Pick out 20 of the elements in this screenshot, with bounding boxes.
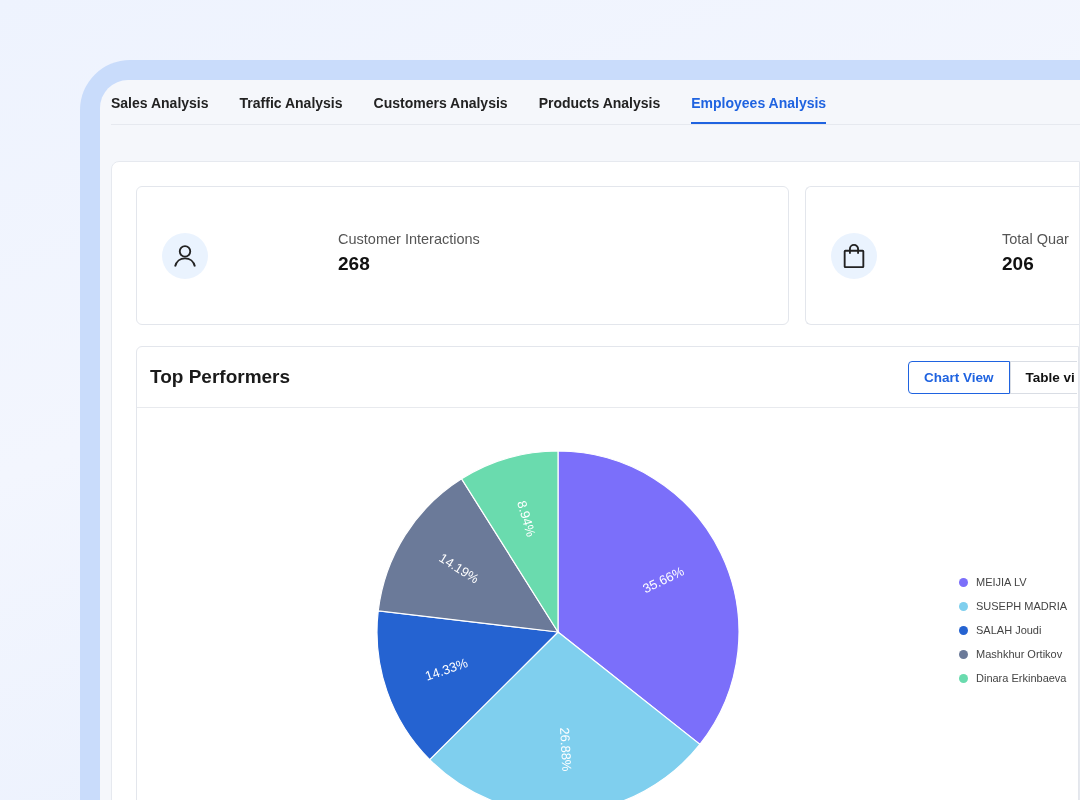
view-toggle-button[interactable]: Table vi — [1009, 360, 1077, 394]
tab[interactable]: Products Analysis — [538, 80, 661, 124]
stat-value: 206 — [1002, 252, 1035, 275]
stat-value: 268 — [338, 252, 371, 275]
stat-label: Customer Interactions — [338, 230, 480, 247]
slice-label: 14.33% — [423, 655, 470, 684]
legend-label: Dinara Erkinbaeva — [976, 672, 1067, 684]
view-toggle-button[interactable]: Chart View — [908, 360, 1010, 394]
tab[interactable]: Traffic Analysis — [239, 80, 343, 124]
tab[interactable]: Employees Analysis — [691, 80, 827, 124]
legend-label: MEIJIA LV — [976, 576, 1027, 588]
card-title: Top Performers — [150, 366, 292, 388]
legend-label: SUSEPH MADRIA — [976, 600, 1068, 612]
slice-label: 26.88% — [557, 726, 575, 772]
legend-label: Mashkhur Ortikov — [976, 648, 1063, 660]
tab[interactable]: Customers Analysis — [373, 80, 508, 124]
legend-label: SALAH Joudi — [976, 624, 1042, 636]
tab[interactable]: Sales Analysis — [111, 80, 209, 124]
slice-label: 8.94% — [514, 498, 539, 539]
stat-label: Total Quar — [1002, 230, 1069, 247]
